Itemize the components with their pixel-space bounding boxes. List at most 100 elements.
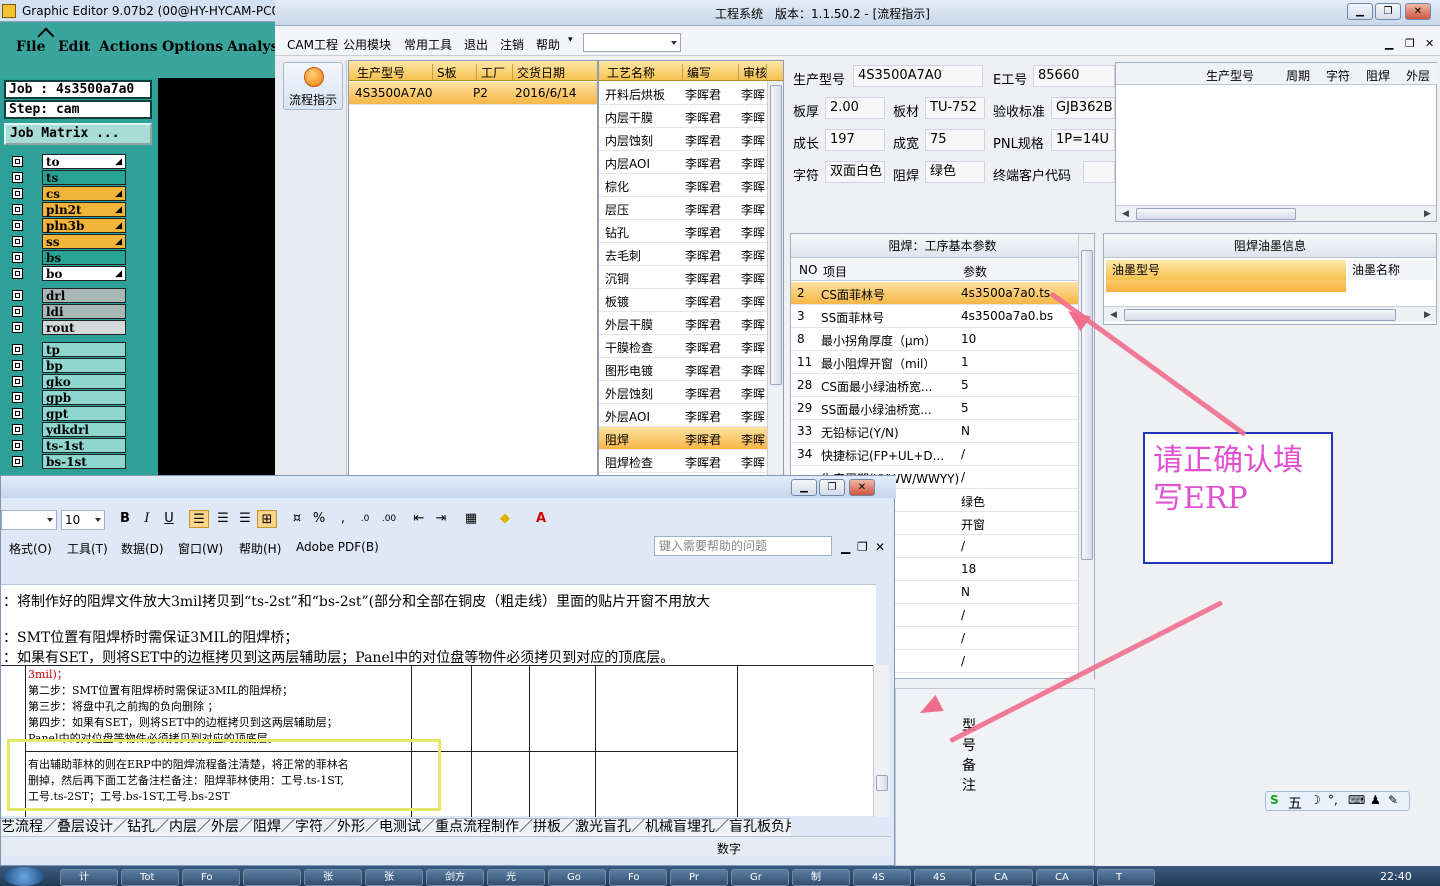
menu-actions[interactable]: Actions: [99, 39, 158, 55]
layer-checkbox[interactable]: [12, 236, 23, 247]
value-model[interactable]: 4S3500A7A0: [853, 65, 983, 87]
user-icon[interactable]: ♟: [1370, 793, 1381, 807]
merge-center-icon[interactable]: ⊞: [257, 510, 277, 528]
layer-checkbox[interactable]: [12, 156, 23, 167]
taskbar-button[interactable]: Tot: [121, 869, 179, 886]
font-size-combo[interactable]: 10: [61, 510, 105, 530]
underline-button[interactable]: U: [159, 510, 179, 528]
menu-help[interactable]: 帮助(H): [239, 540, 281, 557]
table-row[interactable]: 外层AOI 李晖君 李晖: [599, 404, 767, 427]
layer-checkbox[interactable]: [12, 376, 23, 387]
layer-checkbox[interactable]: [12, 392, 23, 403]
params-scrollbar[interactable]: [1078, 234, 1094, 680]
value-material[interactable]: TU-752: [925, 97, 985, 119]
layer-checkbox[interactable]: [12, 344, 23, 355]
value-customer-code[interactable]: [1083, 161, 1115, 183]
value-e-no[interactable]: 85660: [1033, 65, 1115, 87]
table-row[interactable]: 外层蚀刻 李晖君 李晖: [599, 381, 767, 404]
col-model[interactable]: 生产型号: [353, 64, 433, 80]
bold-button[interactable]: B: [115, 510, 135, 528]
increase-decimal-icon[interactable]: .0: [355, 510, 375, 528]
layer-row[interactable]: to ◢: [8, 154, 126, 169]
sheet-vscroll[interactable]: [873, 665, 889, 817]
punct-icon[interactable]: °,: [1328, 793, 1338, 807]
history-hscroll[interactable]: ◀ ▶: [1116, 205, 1436, 221]
layer-row[interactable]: ts-1st: [8, 438, 126, 453]
layer-row[interactable]: bs: [8, 250, 126, 265]
module-combo[interactable]: [583, 33, 681, 52]
taskbar-button[interactable]: CA: [975, 869, 1033, 886]
menu-format[interactable]: 格式(O): [9, 540, 52, 557]
col-outer[interactable]: 外层: [1406, 67, 1430, 84]
col-factory[interactable]: 工厂: [477, 64, 513, 80]
borders-icon[interactable]: ▦: [461, 510, 481, 528]
chevron-down-icon[interactable]: ▾: [568, 35, 573, 45]
fill-color-icon[interactable]: ◆: [495, 510, 515, 528]
ink-hscroll[interactable]: ◀ ▶: [1104, 306, 1436, 322]
menu-logout[interactable]: 注销: [500, 36, 524, 53]
menu-cam[interactable]: CAM工程: [287, 36, 338, 53]
menu-file[interactable]: File: [16, 39, 45, 55]
taskbar-button[interactable]: 4S: [914, 869, 972, 886]
mdi-minimize-icon[interactable]: ▁: [841, 540, 850, 554]
taskbar-button[interactable]: 张: [304, 869, 362, 886]
mdi-minimize-icon[interactable]: ▁: [1385, 37, 1393, 50]
scroll-left-icon[interactable]: ◀: [1122, 209, 1129, 219]
col-mask[interactable]: 阻焊: [1366, 67, 1390, 84]
scroll-thumb[interactable]: [770, 85, 782, 385]
minimize-button[interactable]: ▁: [791, 479, 817, 496]
layer-checkbox[interactable]: [12, 220, 23, 231]
layer-row[interactable]: gpb: [8, 390, 126, 405]
table-row[interactable]: 11 最小阻焊开窗（mil） 1: [791, 351, 1079, 374]
outdent-icon[interactable]: ⇤: [409, 510, 429, 528]
col-item[interactable]: 项目: [823, 263, 847, 280]
layer-checkbox[interactable]: [12, 268, 23, 279]
mdi-restore-icon[interactable]: ❐: [857, 540, 868, 554]
minimize-button[interactable]: ▁: [1347, 3, 1373, 20]
layer-row[interactable]: ss ◢: [8, 234, 126, 249]
layer-checkbox[interactable]: [12, 306, 23, 317]
col-reviewer[interactable]: 审核: [739, 64, 767, 80]
layer-checkbox[interactable]: [12, 188, 23, 199]
table-row[interactable]: 钻孔 李晖君 李晖: [599, 220, 767, 243]
table-row[interactable]: 开料后烘板 李晖君 李晖: [599, 82, 767, 105]
table-row[interactable]: 去毛刺 李晖君 李晖: [599, 243, 767, 266]
menu-edit[interactable]: Edit: [58, 39, 90, 55]
job-matrix-button[interactable]: Job Matrix ...: [4, 123, 152, 145]
layer-checkbox[interactable]: [12, 290, 23, 301]
layer-checkbox[interactable]: [12, 440, 23, 451]
mdi-restore-icon[interactable]: ❐: [1405, 37, 1415, 50]
value-width[interactable]: 75: [925, 129, 985, 151]
percent-icon[interactable]: %: [309, 510, 329, 528]
close-button[interactable]: ✕: [849, 479, 875, 496]
col-author[interactable]: 编写: [683, 64, 739, 80]
table-row[interactable]: 34 快捷标记(FP+UL+D... /: [791, 443, 1079, 466]
ime-mode[interactable]: 五: [1288, 793, 1302, 813]
taskbar-button[interactable]: Pr: [670, 869, 728, 886]
col-model[interactable]: 生产型号: [1206, 67, 1254, 84]
layer-row[interactable]: rout: [8, 320, 126, 335]
taskbar-button[interactable]: 张: [365, 869, 423, 886]
table-row[interactable]: 棕化 李晖君 李晖: [599, 174, 767, 197]
menu-tools[interactable]: 常用工具: [404, 36, 452, 53]
layer-row[interactable]: cs ◢: [8, 186, 126, 201]
table-row[interactable]: 内层蚀刻 李晖君 李晖: [599, 128, 767, 151]
taskbar-button[interactable]: 制: [792, 869, 850, 886]
value-standard[interactable]: GJB362B: [1051, 97, 1115, 119]
mdi-close-icon[interactable]: ✕: [875, 540, 885, 554]
layer-row[interactable]: bp: [8, 358, 126, 373]
comma-icon[interactable]: ,: [333, 510, 353, 528]
col-ink-name[interactable]: 油墨名称: [1348, 260, 1434, 280]
value-pnl[interactable]: 1P=14U: [1051, 129, 1115, 151]
layer-row[interactable]: bo ◢: [8, 266, 126, 281]
taskbar-button[interactable]: Gr: [731, 869, 789, 886]
layer-row[interactable]: pln3b ◢: [8, 218, 126, 233]
mdi-close-icon[interactable]: ✕: [1425, 37, 1434, 50]
align-left-icon[interactable]: ☰: [189, 510, 209, 528]
menu-common-modules[interactable]: 公用模块: [343, 36, 391, 53]
col-ink-model[interactable]: 油墨型号: [1106, 260, 1346, 280]
taskbar-button[interactable]: Fo: [609, 869, 667, 886]
align-center-icon[interactable]: ☰: [213, 510, 233, 528]
table-row[interactable]: 3 SS面菲林号 4s3500a7a0.bs: [791, 305, 1079, 328]
layer-row[interactable]: bs-1st: [8, 454, 126, 469]
